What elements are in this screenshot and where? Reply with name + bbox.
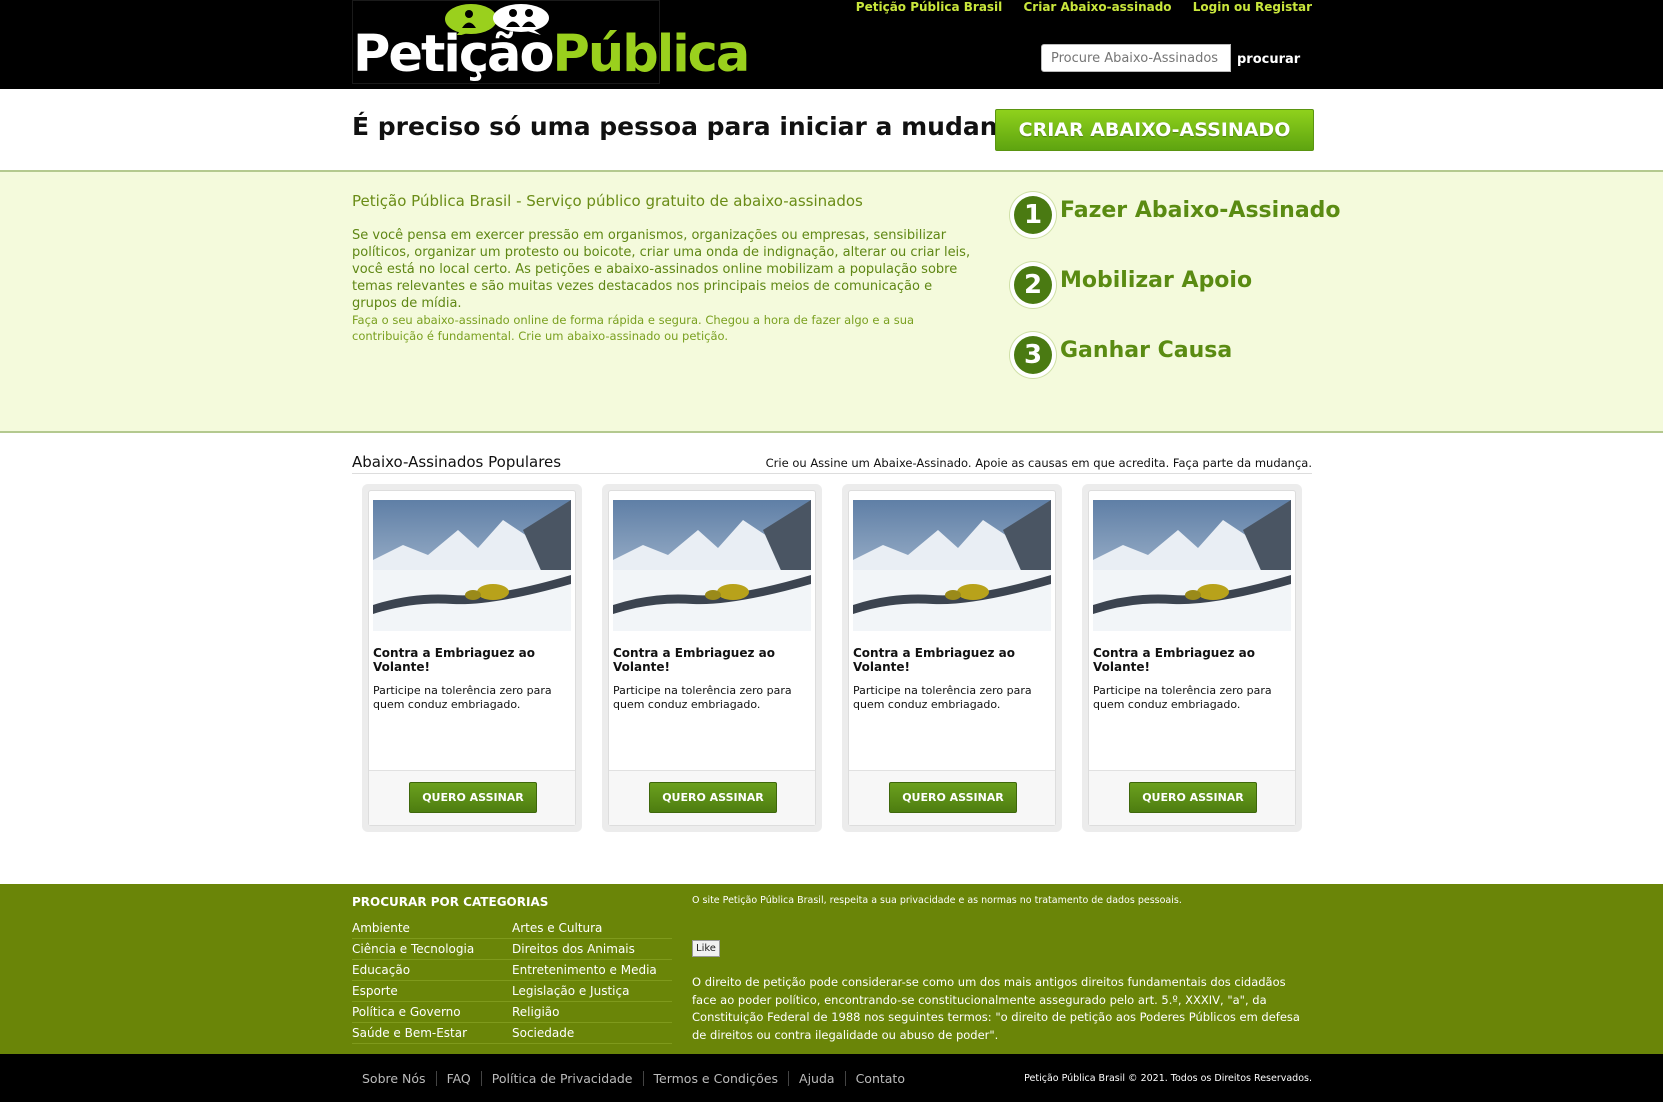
petition-card-footer: QUERO ASSINAR xyxy=(369,770,575,825)
site-logo[interactable]: PetiçãoPública xyxy=(352,0,750,84)
copyright: Petição Pública Brasil © 2021. Todos os … xyxy=(1024,1073,1312,1084)
petition-image[interactable] xyxy=(613,500,811,631)
category-link[interactable]: Esporte xyxy=(352,981,512,1002)
nav-link-login[interactable]: Login ou Registar xyxy=(1193,0,1312,14)
category-link[interactable]: Política e Governo xyxy=(352,1002,512,1023)
petition-card-footer: QUERO ASSINAR xyxy=(609,770,815,825)
logo-wordmark: PetiçãoPública xyxy=(353,25,751,84)
section-divider xyxy=(352,473,1312,474)
step-label: Fazer Abaixo-Assinado xyxy=(1060,198,1341,223)
petition-card: Contra a Embriaguez ao Volante! Particip… xyxy=(602,484,822,832)
intro-title: Petição Pública Brasil - Serviço público… xyxy=(352,192,863,210)
step-label: Mobilizar Apoio xyxy=(1060,268,1253,293)
logo-word-green: Pública xyxy=(552,25,751,84)
bottom-bar: Sobre Nós FAQ Política de Privacidade Termo… xyxy=(0,1054,1663,1102)
nav-link-peticao-publica-brasil[interactable]: Petição Pública Brasil xyxy=(856,0,1003,14)
category-link[interactable]: Sociedade xyxy=(512,1023,672,1044)
petition-card-body: Contra a Embriaguez ao Volante! Particip… xyxy=(1088,490,1296,826)
petition-description: Participe na tolerência zero para quem c… xyxy=(613,684,792,711)
category-link[interactable]: Religião xyxy=(512,1002,672,1023)
sign-button[interactable]: QUERO ASSINAR xyxy=(889,782,1017,813)
petition-card-footer: QUERO ASSINAR xyxy=(849,770,1055,825)
footer-link-contato[interactable]: Contato xyxy=(846,1071,915,1086)
search-input[interactable] xyxy=(1041,44,1231,72)
intro-paragraph: Se você pensa em exercer pressão em orga… xyxy=(352,228,971,311)
footer-link-sobre-nos[interactable]: Sobre Nós xyxy=(352,1071,437,1086)
categories-column-right: Artes e Cultura Direitos dos Animais Ent… xyxy=(512,918,672,1044)
category-link[interactable]: Direitos dos Animais xyxy=(512,939,672,960)
category-link[interactable]: Legislação e Justiça xyxy=(512,981,672,1002)
search-box: procurar xyxy=(1041,44,1301,74)
law-text: O direito de petição pode considerar-se … xyxy=(692,975,1300,1042)
like-button[interactable]: Like xyxy=(692,940,720,957)
popular-subtitle: Crie ou Assine um Abaixe-Assinado. Apoie… xyxy=(765,456,1312,470)
step-number-badge: 3 xyxy=(1010,332,1056,378)
search-button[interactable]: procurar xyxy=(1231,44,1300,74)
petition-card-body: Contra a Embriaguez ao Volante! Particip… xyxy=(608,490,816,826)
tagline-row: É preciso só uma pessoa para iniciar a m… xyxy=(0,89,1663,172)
petition-image[interactable] xyxy=(373,500,571,631)
nav-link-criar-abaixo-assinado[interactable]: Criar Abaixo-assinado xyxy=(1023,0,1171,14)
petition-description: Participe na tolerência zero para quem c… xyxy=(373,684,552,711)
petition-card: Contra a Embriaguez ao Volante! Particip… xyxy=(362,484,582,832)
petition-card-body: Contra a Embriaguez ao Volante! Particip… xyxy=(368,490,576,826)
step-number-badge: 2 xyxy=(1010,262,1056,308)
footer-link-ajuda[interactable]: Ajuda xyxy=(789,1071,846,1086)
footer-link-termos[interactable]: Termos e Condições xyxy=(643,1071,790,1086)
petition-title[interactable]: Contra a Embriaguez ao Volante! xyxy=(853,646,1043,674)
footer-link-faq[interactable]: FAQ xyxy=(436,1071,482,1086)
sign-button[interactable]: QUERO ASSINAR xyxy=(409,782,537,813)
petition-card-footer: QUERO ASSINAR xyxy=(1089,770,1295,825)
petition-card: Contra a Embriaguez ao Volante! Particip… xyxy=(842,484,1062,832)
footer-link-privacidade[interactable]: Política de Privacidade xyxy=(481,1071,644,1086)
top-bar: PetiçãoPública Petição Pública Brasil Cr… xyxy=(0,0,1663,89)
top-nav: Petição Pública Brasil Criar Abaixo-assi… xyxy=(839,0,1312,14)
sign-button[interactable]: QUERO ASSINAR xyxy=(649,782,777,813)
footer: PROCURAR POR CATEGORIAS Ambiente Ciência… xyxy=(0,884,1663,1054)
popular-header: Abaixo-Assinados Populares Crie ou Assin… xyxy=(0,433,1663,473)
categories-column-left: Ambiente Ciência e Tecnologia Educação E… xyxy=(352,918,512,1044)
petition-card-body: Contra a Embriaguez ao Volante! Particip… xyxy=(848,490,1056,826)
category-link[interactable]: Entretenimento e Media xyxy=(512,960,672,981)
category-link[interactable]: Ambiente xyxy=(352,918,512,939)
petition-title[interactable]: Contra a Embriaguez ao Volante! xyxy=(613,646,803,674)
category-link[interactable]: Artes e Cultura xyxy=(512,918,672,939)
petition-image[interactable] xyxy=(853,500,1051,631)
petition-image[interactable] xyxy=(1093,500,1291,631)
tagline: É preciso só uma pessoa para iniciar a m… xyxy=(352,112,1039,141)
intro-section: Petição Pública Brasil - Serviço público… xyxy=(0,172,1663,433)
petition-title[interactable]: Contra a Embriaguez ao Volante! xyxy=(373,646,563,674)
category-link[interactable]: Ciência e Tecnologia xyxy=(352,939,512,960)
step-number-badge: 1 xyxy=(1010,192,1056,238)
category-link[interactable]: Saúde e Bem-Estar xyxy=(352,1023,512,1044)
sign-button[interactable]: QUERO ASSINAR xyxy=(1129,782,1257,813)
petition-card: Contra a Embriaguez ao Volante! Particip… xyxy=(1082,484,1302,832)
petition-description: Participe na tolerência zero para quem c… xyxy=(853,684,1032,711)
category-link[interactable]: Educação xyxy=(352,960,512,981)
popular-title: Abaixo-Assinados Populares xyxy=(352,453,562,471)
categories-title: PROCURAR POR CATEGORIAS xyxy=(352,895,549,909)
footer-links: Sobre Nós FAQ Política de Privacidade Termo… xyxy=(352,1071,915,1086)
intro-subparagraph: Faça o seu abaixo-assinado online de for… xyxy=(352,313,915,343)
petition-title[interactable]: Contra a Embriaguez ao Volante! xyxy=(1093,646,1283,674)
petition-description: Participe na tolerência zero para quem c… xyxy=(1093,684,1272,711)
privacy-note: O site Petição Pública Brasil, respeita … xyxy=(692,895,1182,906)
step-label: Ganhar Causa xyxy=(1060,338,1233,363)
create-petition-button[interactable]: CRIAR ABAIXO-ASSINADO xyxy=(995,109,1314,151)
logo-word-white: Petição xyxy=(353,25,555,84)
